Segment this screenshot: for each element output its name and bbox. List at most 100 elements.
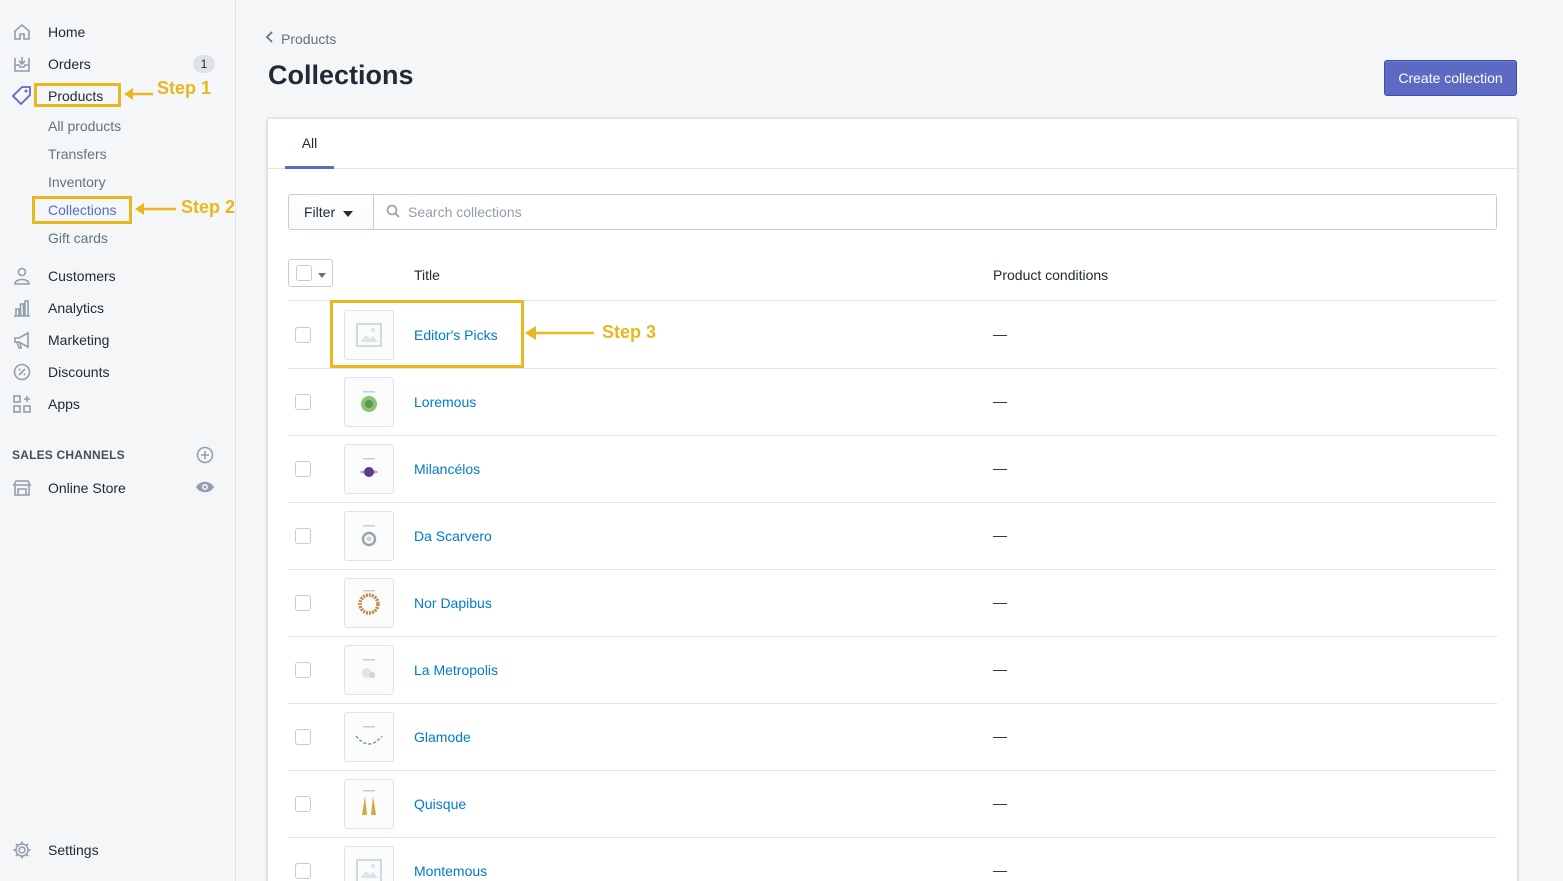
- gear-icon: [11, 839, 33, 861]
- product-conditions-value: —: [993, 795, 1007, 811]
- row-checkbox[interactable]: [295, 729, 311, 745]
- row-checkbox[interactable]: [295, 327, 311, 343]
- table-row[interactable]: Da Scarvero —: [288, 503, 1497, 570]
- discount-icon: [11, 361, 33, 383]
- collections-card: All Filter Title Product conditions Edit…: [267, 118, 1518, 881]
- nav-settings-label: Settings: [48, 842, 99, 858]
- collection-title-link[interactable]: Montemous: [414, 863, 487, 879]
- row-checkbox[interactable]: [295, 796, 311, 812]
- table-row[interactable]: Montemous —: [288, 838, 1497, 881]
- apps-icon: [11, 393, 33, 415]
- bulk-select-checkbox[interactable]: [288, 259, 333, 287]
- nav-home[interactable]: Home: [0, 16, 236, 48]
- breadcrumb-products-link[interactable]: Products: [281, 31, 336, 47]
- nav-gift-cards[interactable]: Gift cards: [48, 230, 108, 246]
- product-conditions-value: —: [993, 326, 1007, 342]
- collection-thumbnail: [344, 779, 394, 829]
- nav-settings[interactable]: Settings: [0, 834, 236, 866]
- filter-button-label: Filter: [304, 204, 336, 220]
- row-checkbox[interactable]: [295, 863, 311, 879]
- product-conditions-value: —: [993, 661, 1007, 677]
- nav-orders-label: Orders: [48, 56, 91, 72]
- step3-label: Step 3: [602, 322, 657, 342]
- page-title: Collections: [268, 60, 414, 90]
- table-row[interactable]: Loremous —: [288, 369, 1497, 436]
- megaphone-icon: [11, 329, 33, 351]
- row-checkbox[interactable]: [295, 528, 311, 544]
- table-row[interactable]: Glamode —: [288, 704, 1497, 771]
- home-icon: [11, 21, 33, 43]
- create-collection-button[interactable]: Create collection: [1384, 60, 1517, 96]
- row-checkbox[interactable]: [295, 394, 311, 410]
- nav-apps-label: Apps: [48, 396, 80, 412]
- search-input[interactable]: [408, 204, 1463, 220]
- collection-title-link[interactable]: La Metropolis: [414, 662, 498, 678]
- person-icon: [11, 265, 33, 287]
- caret-down-icon: [318, 265, 326, 281]
- product-conditions-value: —: [993, 527, 1007, 543]
- nav-analytics[interactable]: Analytics: [0, 292, 236, 324]
- nav-inventory[interactable]: Inventory: [48, 174, 106, 190]
- nav-customers-label: Customers: [48, 268, 116, 284]
- add-channel-icon[interactable]: [196, 446, 214, 467]
- table-row[interactable]: La Metropolis —: [288, 637, 1497, 704]
- bar-chart-icon: [11, 297, 33, 319]
- nav-online-store-label: Online Store: [48, 480, 126, 496]
- step2-highlight-box: [32, 196, 132, 224]
- collection-thumbnail: [344, 377, 394, 427]
- filter-button[interactable]: Filter: [288, 194, 374, 230]
- tag-icon: [11, 85, 33, 107]
- nav-customers[interactable]: Customers: [0, 260, 236, 292]
- table-row[interactable]: Nor Dapibus —: [288, 570, 1497, 637]
- table-row[interactable]: Quisque —: [288, 771, 1497, 838]
- store-icon: [11, 477, 33, 499]
- row-checkbox[interactable]: [295, 595, 311, 611]
- filter-bar: Filter: [288, 194, 1497, 230]
- collection-thumbnail: [344, 578, 394, 628]
- breadcrumb[interactable]: Products: [265, 30, 336, 47]
- chevron-left-icon: [265, 30, 275, 47]
- nav-orders[interactable]: Orders 1: [0, 48, 236, 80]
- step2-arrow-icon: [134, 201, 178, 220]
- search-icon: [386, 204, 400, 221]
- sidebar: Home Orders 1 Products All products Tran…: [0, 0, 236, 881]
- collection-thumbnail: [344, 511, 394, 561]
- collection-title-link[interactable]: Quisque: [414, 796, 466, 812]
- product-conditions-value: —: [993, 728, 1007, 744]
- inbox-icon: [11, 53, 33, 75]
- nav-home-label: Home: [48, 24, 86, 40]
- step1-label: Step 1: [157, 78, 212, 98]
- product-conditions-value: —: [993, 594, 1007, 610]
- table-header: Title Product conditions: [288, 257, 1497, 301]
- column-conditions-header: Product conditions: [993, 267, 1109, 283]
- row-checkbox[interactable]: [295, 461, 311, 477]
- collection-title-link[interactable]: Da Scarvero: [414, 528, 492, 544]
- nav-transfers[interactable]: Transfers: [48, 146, 107, 162]
- collection-thumbnail: [344, 712, 394, 762]
- step1-arrow-icon: [123, 86, 155, 105]
- collection-title-link[interactable]: Nor Dapibus: [414, 595, 492, 611]
- nav-discounts[interactable]: Discounts: [0, 356, 236, 388]
- collection-title-link[interactable]: Milancélos: [414, 461, 480, 477]
- product-conditions-value: —: [993, 862, 1007, 878]
- sales-channels-heading: SALES CHANNELS: [12, 448, 125, 462]
- step1-highlight-box: [34, 83, 121, 107]
- nav-marketing-label: Marketing: [48, 332, 110, 348]
- tabs-bar: All: [268, 119, 1517, 169]
- product-conditions-value: —: [993, 460, 1007, 476]
- select-all-checkbox[interactable]: [296, 265, 312, 281]
- caret-down-icon: [343, 204, 354, 220]
- row-checkbox[interactable]: [295, 662, 311, 678]
- step3-arrow-icon: [524, 325, 596, 344]
- search-field: [374, 194, 1497, 230]
- collection-title-link[interactable]: Glamode: [414, 729, 471, 745]
- nav-marketing[interactable]: Marketing: [0, 324, 236, 356]
- collection-thumbnail: [344, 645, 394, 695]
- collection-title-link[interactable]: Loremous: [414, 394, 476, 410]
- tab-all[interactable]: All: [285, 119, 334, 169]
- nav-all-products[interactable]: All products: [48, 118, 121, 134]
- collection-thumbnail: [344, 846, 394, 881]
- nav-apps[interactable]: Apps: [0, 388, 236, 420]
- view-store-eye-icon[interactable]: [195, 479, 215, 498]
- table-row[interactable]: Milancélos —: [288, 436, 1497, 503]
